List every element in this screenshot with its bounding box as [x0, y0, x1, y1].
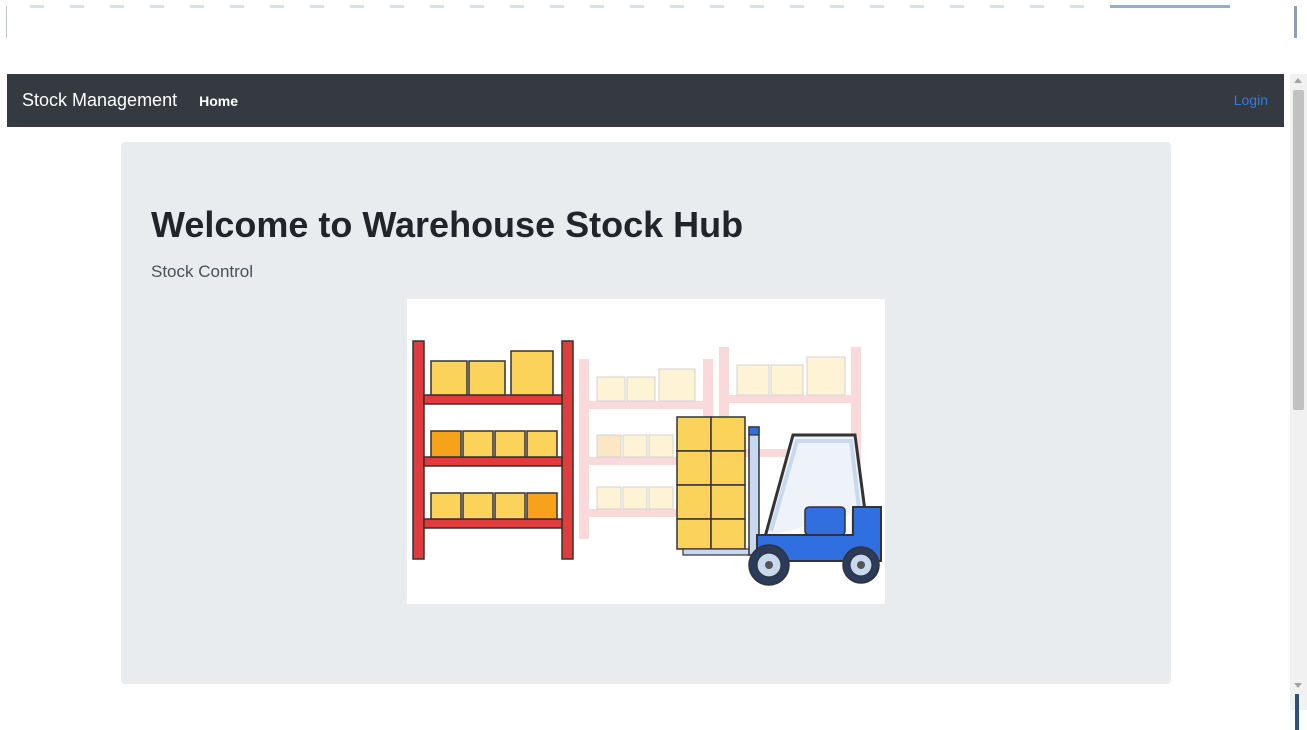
forklift: [676, 416, 882, 586]
page-subtitle: Stock Control: [151, 262, 254, 281]
page-title: Welcome to Warehouse Stock Hub: [151, 204, 744, 245]
scroll-up-arrow-icon[interactable]: [1294, 78, 1302, 83]
scrollbar-thumb[interactable]: [1293, 90, 1304, 410]
browser-top-strip: [0, 0, 1307, 40]
scroll-down-arrow-icon[interactable]: [1294, 683, 1302, 688]
window-corner-bar: [1295, 694, 1299, 730]
vertical-scrollbar[interactable]: [1290, 74, 1307, 710]
decorative-segment: [1110, 5, 1230, 8]
navbar-brand-link[interactable]: Stock Management: [22, 90, 177, 111]
window-edge-left: [6, 6, 7, 38]
navbar: Stock Management Home Login: [7, 74, 1284, 127]
nav-home-link[interactable]: Home: [199, 93, 238, 109]
hero-jumbotron: Welcome to Warehouse Stock Hub Stock Con…: [121, 142, 1171, 684]
decorative-dashes: [30, 5, 1110, 8]
window-edge-right: [1294, 6, 1297, 38]
warehouse-forklift-icon: [412, 340, 882, 586]
foreground-rack: [412, 340, 574, 560]
warehouse-forklift-illustration: [407, 299, 885, 604]
nav-login-link[interactable]: Login: [1234, 92, 1268, 108]
page-viewport: Stock Management Home Login Welcome to W…: [7, 74, 1307, 710]
